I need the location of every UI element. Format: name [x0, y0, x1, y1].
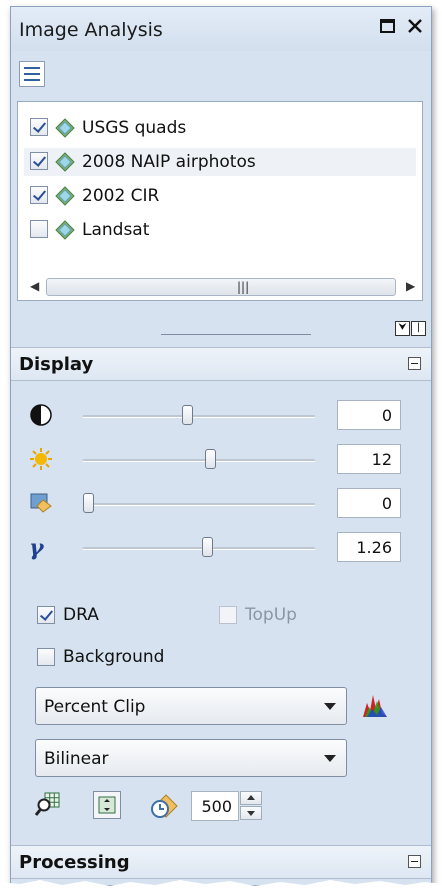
- chevron-down-icon: [324, 703, 336, 710]
- fit-to-display-icon: [98, 796, 116, 814]
- scrollbar-thumb[interactable]: |||: [46, 278, 396, 296]
- grip-icon: |||: [237, 280, 250, 294]
- value-field[interactable]: 0: [337, 488, 401, 518]
- layer-label: 2002 CIR: [82, 186, 160, 206]
- gamma-slider-row: γ 1.26: [11, 531, 431, 565]
- layer-label: 2008 NAIP airphotos: [82, 152, 256, 172]
- layer-checkbox[interactable]: [30, 118, 48, 136]
- layer-checkbox[interactable]: [30, 220, 48, 238]
- pane-splitter[interactable]: [161, 334, 311, 335]
- layer-checkbox[interactable]: [30, 152, 48, 170]
- window-title: Image Analysis: [19, 19, 163, 41]
- restore-button[interactable]: |: [411, 321, 426, 336]
- raster-layer-icon: [55, 118, 75, 138]
- slider-thumb[interactable]: [182, 405, 194, 425]
- transparency-slider-row: 0: [11, 487, 431, 521]
- processing-section-header[interactable]: Processing: [11, 845, 431, 879]
- list-item[interactable]: USGS quads: [24, 114, 416, 142]
- value-field[interactable]: 1.26: [337, 532, 401, 562]
- close-button[interactable]: [407, 17, 423, 38]
- list-item[interactable]: 2008 NAIP airphotos: [24, 148, 416, 176]
- zoom-to-raster-button[interactable]: [34, 791, 63, 819]
- slider-track[interactable]: [83, 459, 315, 462]
- histogram-icon[interactable]: [361, 689, 389, 721]
- torn-edge: [0, 880, 442, 890]
- checkbox-label: TopUp: [245, 605, 297, 625]
- list-item[interactable]: 2002 CIR: [24, 182, 416, 210]
- fit-button[interactable]: [93, 791, 121, 819]
- slider-track[interactable]: [83, 415, 315, 418]
- spin-down-button[interactable]: [240, 806, 262, 820]
- layer-label: Landsat: [82, 220, 150, 240]
- checkbox[interactable]: [37, 648, 55, 666]
- title-bar: Image Analysis: [11, 7, 431, 51]
- time-spinner: [240, 791, 262, 821]
- checkbox-label: DRA: [63, 605, 99, 625]
- value-field[interactable]: 12: [337, 444, 401, 474]
- brightness-slider-row: 12: [11, 443, 431, 477]
- slider-thumb[interactable]: [202, 537, 214, 557]
- contrast-icon: [30, 404, 52, 426]
- raster-layer-icon: [55, 220, 75, 240]
- topup-checkbox: TopUp: [219, 603, 339, 627]
- chevron-down-icon: [324, 755, 336, 762]
- slider-track[interactable]: [83, 547, 315, 550]
- section-title: Display: [19, 354, 94, 375]
- time-value-field[interactable]: 500: [191, 791, 239, 821]
- expand-all-button[interactable]: ⮟: [395, 321, 410, 336]
- layer-checkbox[interactable]: [30, 186, 48, 204]
- spin-up-button[interactable]: [240, 791, 262, 805]
- clock-raster-icon: [151, 794, 178, 818]
- resampling-dropdown[interactable]: Bilinear: [35, 739, 347, 777]
- maximize-icon: [380, 19, 395, 33]
- checkbox: [219, 606, 237, 624]
- zoom-grid-icon: [34, 792, 60, 816]
- transparency-icon: [30, 493, 52, 513]
- checkbox-label: Background: [63, 647, 165, 667]
- collapse-icon[interactable]: [408, 357, 421, 370]
- stretch-type-dropdown[interactable]: Percent Clip: [35, 687, 347, 725]
- display-section-header[interactable]: Display: [11, 347, 431, 381]
- dra-checkbox[interactable]: DRA: [37, 603, 157, 627]
- contrast-slider-row: 0: [11, 399, 431, 433]
- slider-track[interactable]: [83, 503, 315, 506]
- raster-layer-icon: [55, 152, 75, 172]
- horizontal-scrollbar[interactable]: ◀ ||| ▶: [24, 276, 418, 298]
- checkbox[interactable]: [37, 606, 55, 624]
- gamma-icon: γ: [29, 535, 44, 561]
- background-checkbox[interactable]: Background: [37, 645, 217, 669]
- slider-thumb[interactable]: [204, 449, 216, 469]
- time-button[interactable]: [149, 791, 178, 819]
- section-title: Processing: [19, 852, 130, 873]
- layer-list[interactable]: USGS quads 2008 NAIP airphotos 2002 CIR …: [17, 101, 423, 301]
- brightness-icon: [30, 448, 52, 470]
- list-item[interactable]: Landsat: [24, 216, 416, 244]
- raster-layer-icon: [55, 186, 75, 206]
- dropdown-value: Bilinear: [44, 749, 109, 769]
- dropdown-value: Percent Clip: [44, 697, 146, 717]
- slider-thumb[interactable]: [83, 493, 94, 513]
- scroll-right-icon[interactable]: ▶: [406, 279, 415, 293]
- collapse-icon[interactable]: [408, 855, 421, 868]
- layer-label: USGS quads: [82, 118, 187, 138]
- bar-icon: |: [416, 322, 421, 333]
- scroll-left-icon[interactable]: ◀: [30, 279, 39, 293]
- image-analysis-window: Image Analysis USGS quads 2008 NAIP airp…: [10, 6, 432, 886]
- close-icon: [408, 19, 422, 33]
- maximize-button[interactable]: [379, 17, 397, 38]
- list-options-button[interactable]: [19, 61, 45, 87]
- double-chevron-down-icon: ⮟: [398, 322, 407, 333]
- value-field[interactable]: 0: [337, 400, 401, 430]
